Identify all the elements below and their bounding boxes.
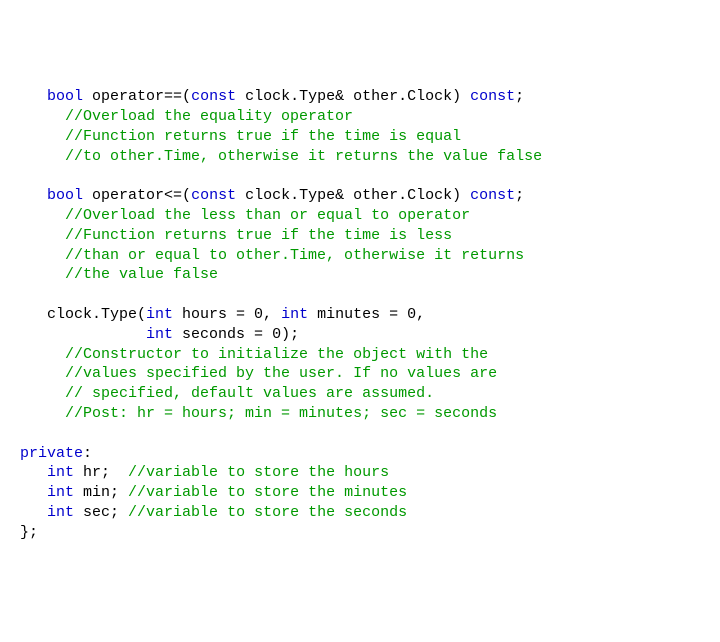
code-token: //Overload the less than or equal to ope… (65, 207, 470, 224)
code-token: int (47, 464, 74, 481)
code-token: private (20, 445, 83, 462)
code-token: // specified, default values are assumed… (65, 385, 434, 402)
code-token: bool (47, 187, 83, 204)
code-token: int (146, 306, 173, 323)
code-token: //values specified by the user. If no va… (65, 365, 497, 382)
code-token: //variable to store the seconds (128, 504, 407, 521)
code-token: int (281, 306, 308, 323)
code-token: //Constructor to initialize the object w… (65, 346, 488, 363)
code-token: //variable to store the minutes (128, 484, 407, 501)
code-token: const (470, 187, 515, 204)
code-token: //than or equal to other.Time, otherwise… (65, 247, 524, 264)
code-block: bool operator==(const clock.Type& other.… (20, 87, 720, 542)
code-token: //Post: hr = hours; min = minutes; sec =… (65, 405, 497, 422)
code-token: int (47, 484, 74, 501)
code-token: //variable to store the hours (128, 464, 389, 481)
code-token: //the value false (65, 266, 218, 283)
code-token: const (470, 88, 515, 105)
code-token: bool (47, 88, 83, 105)
code-token: //Function returns true if the time is e… (65, 128, 461, 145)
code-token: const (191, 187, 236, 204)
code-token: int (146, 326, 173, 343)
code-token: //Function returns true if the time is l… (65, 227, 452, 244)
code-token: //Overload the equality operator (65, 108, 353, 125)
code-token: int (47, 504, 74, 521)
code-token: const (191, 88, 236, 105)
code-token: //to other.Time, otherwise it returns th… (65, 148, 542, 165)
